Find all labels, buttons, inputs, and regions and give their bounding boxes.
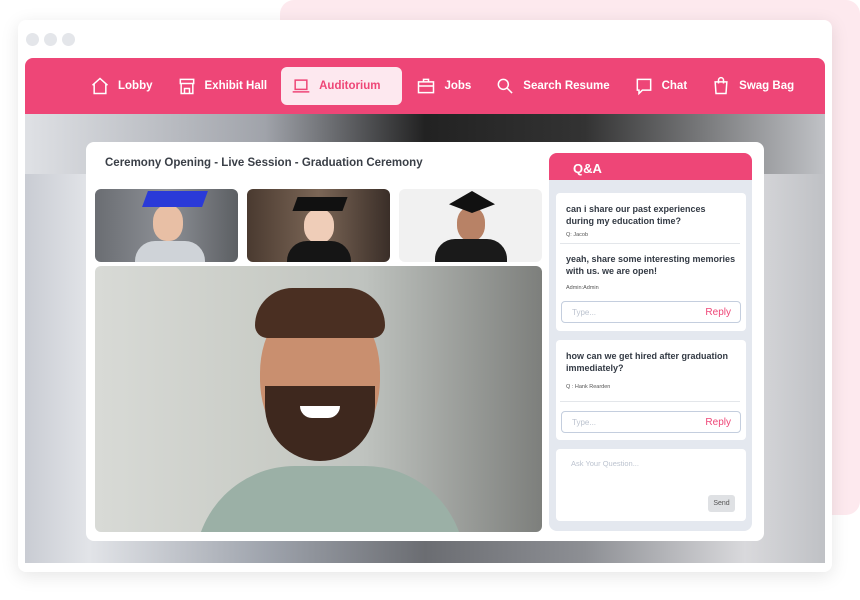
reply-placeholder: Type... [572,418,597,427]
question-text: how can we get hired after graduation im… [566,351,729,373]
send-button[interactable]: Send [708,495,735,512]
nav-swag-bag[interactable]: Swag Bag [701,67,804,105]
chat-icon [636,78,652,96]
nav-auditorium[interactable]: Auditorium [281,67,403,105]
window-dot [44,33,57,46]
session-title: Ceremony Opening - Live Session - Gradua… [105,157,423,169]
participant-thumbnail[interactable] [247,189,390,262]
nav-lobby[interactable]: Lobby [80,67,163,105]
nav-chat[interactable]: Chat [624,67,698,105]
qa-panel: Q&A can i share our past experiences dur… [549,153,752,531]
search-icon [497,78,513,94]
nav-exhibit-hall[interactable]: Exhibit Hall [167,67,278,105]
nav-search-resume[interactable]: Search Resume [485,67,619,105]
window-dot [26,33,39,46]
reply-button[interactable]: Reply [705,417,731,428]
answerer-name: Admin:Admin [566,285,599,291]
reply-placeholder: Type... [572,308,597,317]
laptop-icon [292,79,310,93]
participant-thumbnail[interactable] [95,189,238,262]
reply-input[interactable]: Type... Reply [561,301,741,323]
briefcase-icon [418,78,435,94]
nav-label: Jobs [444,80,472,92]
nav-label: Chat [661,80,688,92]
asker-name: Q : Hank Rearden [566,384,611,390]
reply-button[interactable]: Reply [705,307,731,318]
nav-label: Exhibit Hall [204,80,268,92]
qa-thread: how can we get hired after graduation im… [556,340,746,440]
window-dot [62,33,75,46]
nav-label: Lobby [118,80,153,92]
top-nav: Lobby Exhibit Hall Auditorium Jobs Searc… [25,58,825,114]
nav-label: Swag Bag [739,80,795,92]
main-video-stream[interactable] [95,266,542,532]
qa-thread: can i share our past experiences during … [556,193,746,331]
qa-title: Q&A [549,153,752,180]
app-window: Lobby Exhibit Hall Auditorium Jobs Searc… [18,20,832,572]
reply-input[interactable]: Type... Reply [561,411,741,433]
session-panel: Ceremony Opening - Live Session - Gradua… [86,142,764,541]
ask-question-box[interactable]: Ask Your Question... Send [556,449,746,521]
ask-question-placeholder: Ask Your Question... [571,459,639,468]
participant-thumbnail[interactable] [399,189,542,262]
nav-label: Search Resume [523,80,610,92]
nav-jobs[interactable]: Jobs [406,67,481,105]
nav-label: Auditorium [319,80,381,92]
store-icon [179,78,194,95]
question-text: can i share our past experiences during … [566,204,706,226]
home-icon [92,77,108,95]
bag-icon [714,76,728,95]
